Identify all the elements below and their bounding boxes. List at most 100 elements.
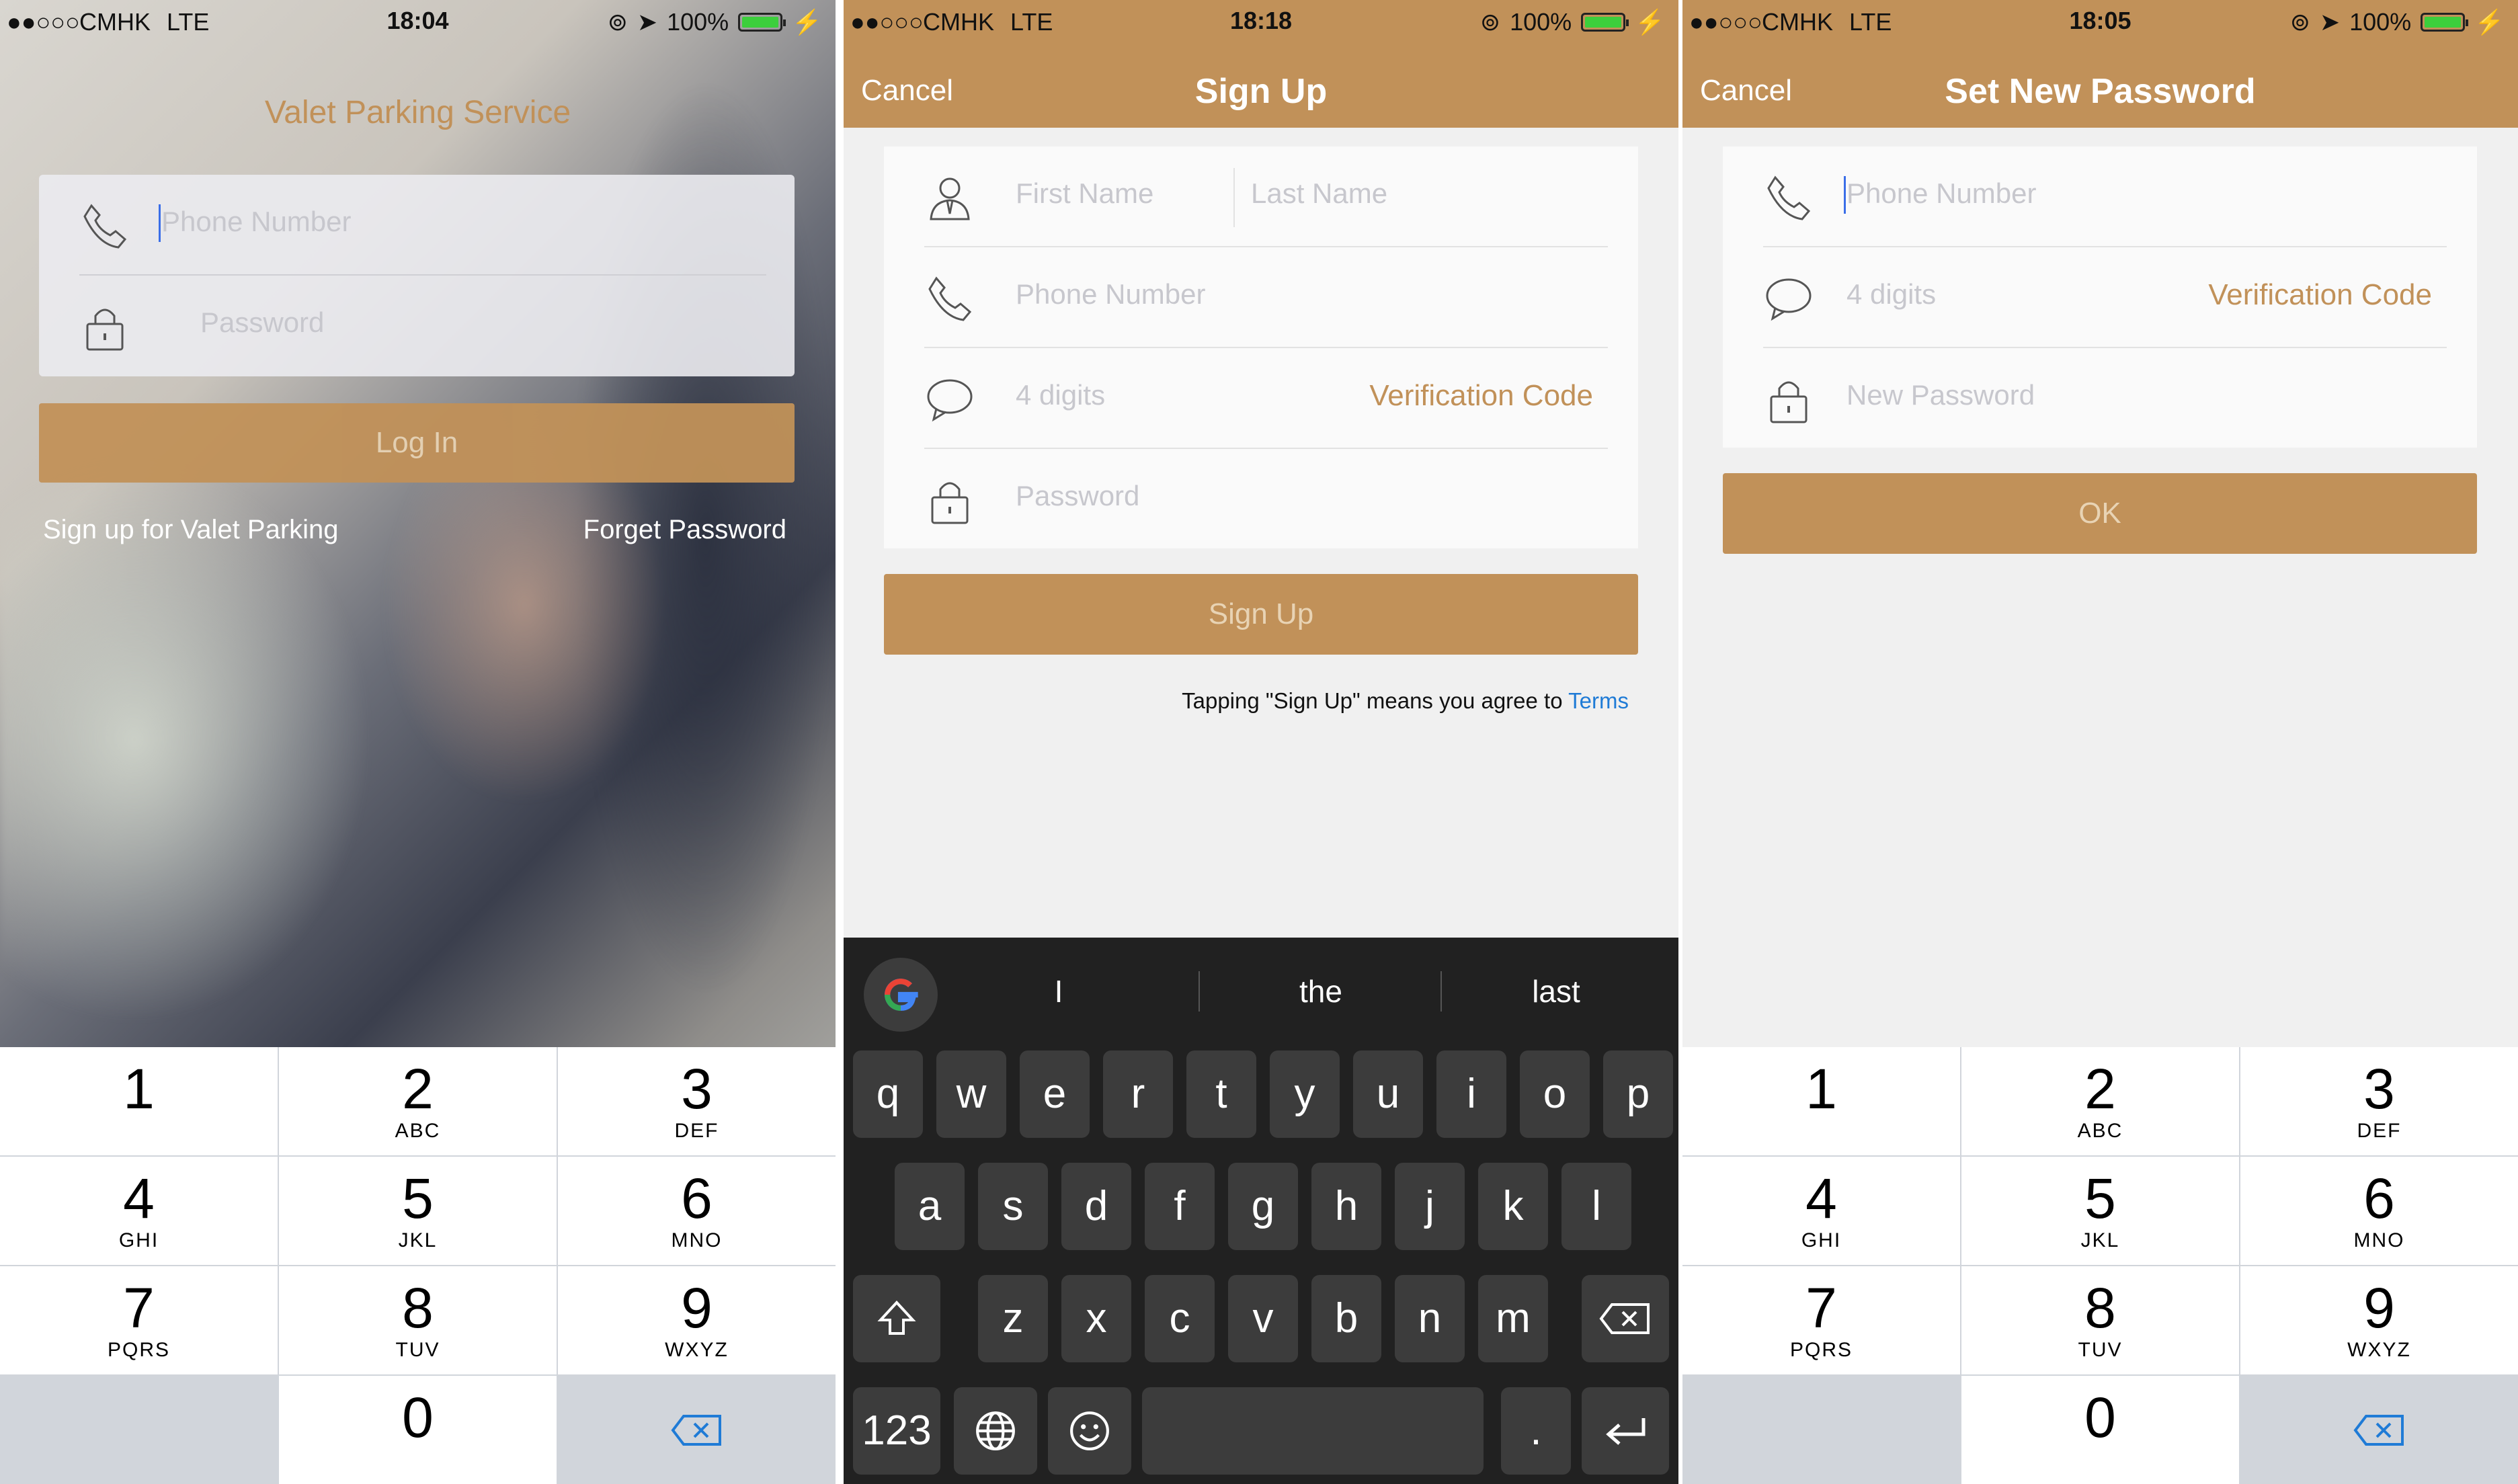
key-t[interactable]: t <box>1186 1050 1256 1138</box>
key-k[interactable]: k <box>1478 1163 1548 1250</box>
keypad-key-2[interactable]: 2 ABC <box>1961 1047 2239 1155</box>
emoji-key[interactable] <box>1048 1387 1131 1475</box>
keypad-key-6[interactable]: 6 MNO <box>2240 1157 2518 1265</box>
keypad-key-5[interactable]: 5 JKL <box>279 1157 557 1265</box>
keypad-key-4[interactable]: 4 GHI <box>1682 1157 1960 1265</box>
key-n[interactable]: n <box>1395 1275 1465 1362</box>
keypad-key-2[interactable]: 2 ABC <box>279 1047 557 1155</box>
key-b[interactable]: b <box>1311 1275 1381 1362</box>
suggestion-2[interactable]: the <box>1200 938 1442 1045</box>
globe-key[interactable] <box>954 1387 1037 1475</box>
suggestion-3[interactable]: last <box>1442 938 1670 1045</box>
keypad-key-9[interactable]: 9 WXYZ <box>2240 1266 2518 1374</box>
keypad-key-6[interactable]: 6 MNO <box>558 1157 836 1265</box>
password-input[interactable]: Password <box>1016 480 1139 512</box>
key-m[interactable]: m <box>1478 1275 1548 1362</box>
verification-code-button[interactable]: Verification Code <box>1369 379 1593 413</box>
keypad-letters: GHI <box>1801 1229 1842 1251</box>
key-w[interactable]: w <box>936 1050 1006 1138</box>
signup-button[interactable]: Sign Up <box>884 574 1638 655</box>
person-icon <box>930 177 970 220</box>
keypad-delete-button[interactable] <box>558 1376 836 1484</box>
keypad-key-8[interactable]: 8 TUV <box>279 1266 557 1374</box>
space-key[interactable] <box>1142 1387 1484 1475</box>
terms-text: Tapping "Sign Up" means you agree to <box>1182 688 1563 713</box>
return-key[interactable] <box>1582 1387 1669 1475</box>
keypad-digit: 2 <box>2084 1057 2116 1120</box>
numeric-keypad: 1 2 ABC 3 DEF 4 GHI 5 JKL 6 MNO 7 PQRS 8 TUV 9 WXYZ 0 <box>1682 1047 2518 1484</box>
ok-button[interactable]: OK <box>1723 473 2477 554</box>
key-d[interactable]: d <box>1061 1163 1131 1250</box>
terms-link[interactable]: Terms <box>1568 688 1629 713</box>
google-button[interactable] <box>864 958 938 1032</box>
signup-link[interactable]: Sign up for Valet Parking <box>43 515 339 545</box>
battery-icon <box>738 13 786 32</box>
keypad-key-1[interactable]: 1 <box>1682 1047 1960 1155</box>
first-name-input[interactable]: First Name <box>1016 177 1153 210</box>
shift-key[interactable] <box>853 1275 940 1362</box>
keypad-letters: JKL <box>398 1229 438 1251</box>
login-button[interactable]: Log In <box>39 403 795 483</box>
phone-input[interactable]: Phone Number <box>161 206 352 238</box>
key-h[interactable]: h <box>1311 1163 1381 1250</box>
key-p[interactable]: p <box>1603 1050 1673 1138</box>
phone-input[interactable]: Phone Number <box>1846 177 2037 210</box>
lock-icon <box>86 308 124 351</box>
name-row: First Name Last Name <box>924 147 1608 247</box>
numbers-key[interactable]: 123 <box>853 1387 940 1475</box>
phone-icon <box>83 204 127 249</box>
key-e[interactable]: e <box>1020 1050 1090 1138</box>
key-l[interactable]: l <box>1561 1163 1631 1250</box>
code-row: 4 digits Verification Code <box>924 348 1608 449</box>
keypad-blank <box>0 1376 278 1484</box>
key-s[interactable]: s <box>978 1163 1048 1250</box>
key-z[interactable]: z <box>978 1275 1048 1362</box>
key-u[interactable]: u <box>1353 1050 1423 1138</box>
keypad-key-3[interactable]: 3 DEF <box>558 1047 836 1155</box>
new-password-input[interactable]: New Password <box>1846 379 2035 411</box>
keypad-letters: JKL <box>2080 1229 2120 1251</box>
keypad-key-0[interactable]: 0 <box>279 1376 557 1484</box>
key-y[interactable]: y <box>1270 1050 1340 1138</box>
keypad-digit: 2 <box>402 1057 434 1120</box>
keypad-digit: 5 <box>402 1167 434 1230</box>
keypad-key-0[interactable]: 0 <box>1961 1376 2239 1484</box>
keypad-key-8[interactable]: 8 TUV <box>1961 1266 2239 1374</box>
key-g[interactable]: g <box>1228 1163 1298 1250</box>
keypad-key-4[interactable]: 4 GHI <box>0 1157 278 1265</box>
lock-icon <box>931 482 969 524</box>
key-j[interactable]: j <box>1395 1163 1465 1250</box>
keypad-digit: 8 <box>2084 1276 2116 1339</box>
key-f[interactable]: f <box>1145 1163 1215 1250</box>
code-input[interactable]: 4 digits <box>1016 379 1105 411</box>
code-input[interactable]: 4 digits <box>1846 278 1936 311</box>
keypad-key-3[interactable]: 3 DEF <box>2240 1047 2518 1155</box>
shift-icon <box>877 1301 916 1335</box>
key-r[interactable]: r <box>1103 1050 1173 1138</box>
key-a[interactable]: a <box>895 1163 965 1250</box>
phone-input[interactable]: Phone Number <box>1016 278 1206 311</box>
key-x[interactable]: x <box>1061 1275 1131 1362</box>
keypad-key-5[interactable]: 5 JKL <box>1961 1157 2239 1265</box>
keypad-key-7[interactable]: 7 PQRS <box>0 1266 278 1374</box>
backspace-key[interactable] <box>1582 1275 1669 1362</box>
key-c[interactable]: c <box>1145 1275 1215 1362</box>
verification-code-button[interactable]: Verification Code <box>2208 278 2432 312</box>
keypad-delete-button[interactable] <box>2240 1376 2518 1484</box>
key-q[interactable]: q <box>853 1050 923 1138</box>
last-name-input[interactable]: Last Name <box>1251 177 1387 210</box>
keypad-key-9[interactable]: 9 WXYZ <box>558 1266 836 1374</box>
password-input[interactable]: Password <box>200 306 324 339</box>
chat-bubble-icon <box>927 379 973 422</box>
forget-password-link[interactable]: Forget Password <box>583 515 786 545</box>
key-i[interactable]: i <box>1436 1050 1506 1138</box>
keypad-key-1[interactable]: 1 <box>0 1047 278 1155</box>
period-key[interactable]: . <box>1501 1387 1571 1475</box>
suggestion-1[interactable]: I <box>938 938 1180 1045</box>
key-v[interactable]: v <box>1228 1275 1298 1362</box>
keypad-key-7[interactable]: 7 PQRS <box>1682 1266 1960 1374</box>
keypad-digit: 7 <box>123 1276 155 1339</box>
key-o[interactable]: o <box>1520 1050 1590 1138</box>
return-icon <box>1606 1418 1646 1445</box>
battery-icon <box>1581 13 1629 32</box>
